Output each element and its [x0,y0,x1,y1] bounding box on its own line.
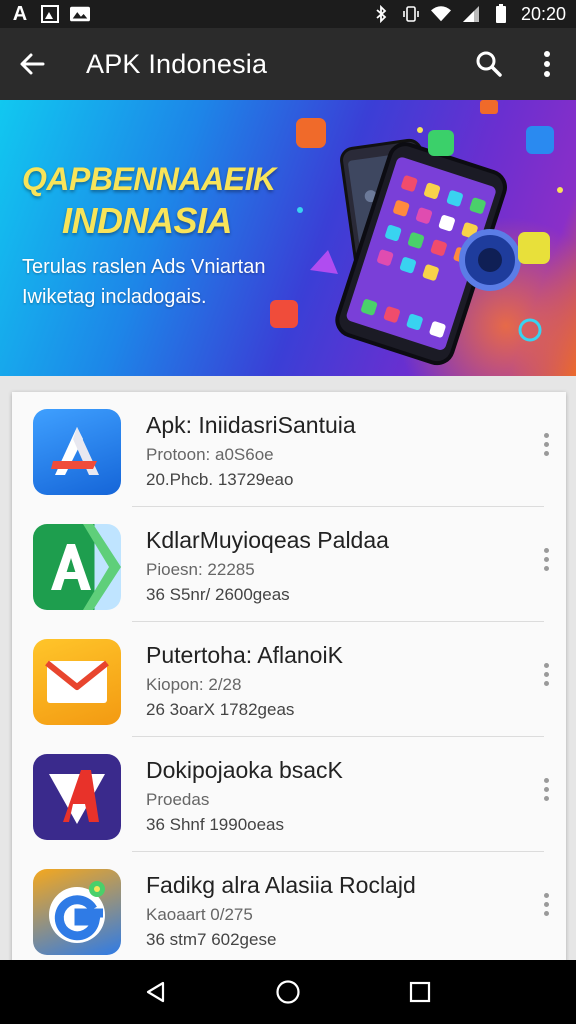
more-vert-icon [544,51,550,77]
signal-icon [461,5,481,23]
nav-home-circle-icon [276,980,300,1004]
vibrate-icon [401,5,421,23]
g-flower-icon [33,869,121,955]
app-publisher: Protoon: a0S6oe [146,445,274,464]
app-name: Putertoha: AflanoiK [146,642,343,668]
more-vert-icon[interactable] [532,772,560,806]
banner-subtitle: Terulas raslen Ads Vniartan Iwiketag inc… [22,252,265,312]
app-name: KdlarMuyioqeas Paldaa [146,527,389,553]
app-toolbar: APK Indonesia [0,28,576,100]
more-vert-icon[interactable] [532,542,560,576]
app-stats: 36 Shnf 1990oeas [146,815,285,834]
app-stats: 20.Phcb. 13729eao [146,470,294,489]
app-store-a-icon [33,409,121,495]
banner-headline: QAPBENNAAEIK INDNASIA [22,158,276,242]
more-vert-icon[interactable] [532,657,560,691]
list-item[interactable]: KdlarMuyioqeas Paldaa Pioesn: 22285 36 S… [12,507,566,622]
app-publisher: Kiopon: 2/28 [146,675,242,694]
app-list: Apk: IniidasriSantuia Protoon: a0S6oe 20… [12,392,566,992]
more-vert-icon[interactable] [532,427,560,461]
back-button[interactable] [0,28,64,100]
battery-icon [491,4,511,23]
app-name: Apk: IniidasriSantuia [146,412,356,438]
search-icon [476,51,502,77]
green-a-icon [33,524,121,610]
list-item[interactable]: Fadikg alra Alasiia Roclajd Kaoaart 0/27… [12,852,566,967]
app-stats: 36 S5nr/ 2600geas [146,585,290,604]
nav-recents-square-icon [409,981,431,1003]
bluetooth-icon [371,5,391,23]
app-publisher: Kaoaart 0/275 [146,905,253,924]
app-name: Fadikg alra Alasiia Roclajd [146,872,416,898]
nav-recents-button[interactable] [390,960,450,1024]
nav-home-button[interactable] [258,960,318,1024]
search-button[interactable] [460,28,518,100]
gallery-notification-icon [70,5,90,23]
nav-back-triangle-icon [146,981,165,1003]
toolbar-actions [460,28,576,100]
mail-envelope-icon [33,639,121,725]
overflow-menu-button[interactable] [518,28,576,100]
page-title: APK Indonesia [86,48,268,79]
nav-back-button[interactable] [126,960,186,1024]
wifi-icon [430,5,451,23]
status-bar-system: 20:20 [371,4,566,25]
red-a-icon [33,754,121,840]
banner-headline-line1: QAPBENNAAEIK [22,161,276,197]
status-time: 20:20 [520,3,566,24]
arrow-left-icon [20,53,45,75]
app-stats: 36 stm7 602gese [146,930,277,949]
font-a-icon: A [12,2,28,25]
app-publisher: Pioesn: 22285 [146,560,255,579]
list-item[interactable]: Dokipojaoka bsacK Proedas 36 Shnf 1990oe… [12,737,566,852]
status-bar: A 20:20 [0,0,576,28]
promo-banner[interactable]: QAPBENNAAEIK INDNASIA Terulas raslen Ads… [0,100,576,376]
banner-headline-line2: INDNASIA [62,200,233,241]
app-publisher: Proedas [146,790,210,809]
system-nav-bar [0,960,576,1024]
banner-subtitle-line1: Terulas raslen Ads Vniartan [22,256,266,278]
image-notification-icon [40,5,60,23]
more-vert-icon[interactable] [532,887,560,921]
list-item[interactable]: Putertoha: AflanoiK Kiopon: 2/28 26 3oar… [12,622,566,737]
banner-subtitle-line2: Iwiketag incladogais. [22,286,207,308]
list-item[interactable]: Apk: IniidasriSantuia Protoon: a0S6oe 20… [12,392,566,507]
status-bar-notifications: A [10,2,90,25]
app-name: Dokipojaoka bsacK [146,757,343,783]
app-stats: 26 3oarX 1782geas [146,700,295,719]
